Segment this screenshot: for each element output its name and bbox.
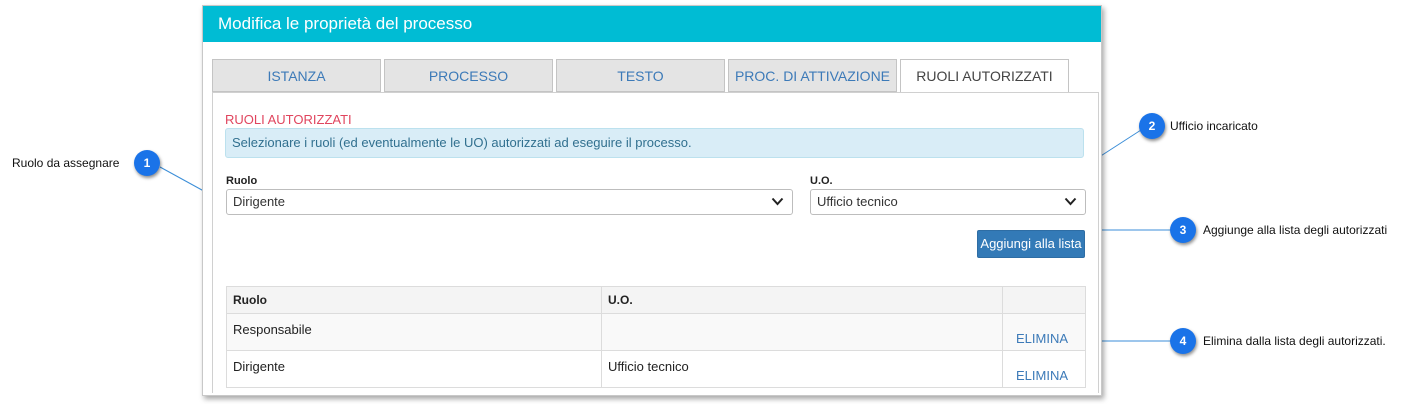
cell-action: ELIMINA — [1002, 313, 1086, 351]
tab-processo[interactable]: PROCESSO — [384, 59, 553, 92]
section-title: RUOLI AUTORIZZATI — [225, 112, 352, 127]
table-row: Responsabile ELIMINA — [226, 313, 1086, 351]
annotation-label-1: Ruolo da assegnare — [12, 156, 120, 170]
process-properties-dialog: Modifica le proprietà del processo ISTAN… — [202, 5, 1102, 396]
uo-select[interactable]: Ufficio tecnico — [810, 189, 1086, 215]
tab-istanza[interactable]: ISTANZA — [212, 59, 381, 92]
annotation-label-3: Aggiunge alla lista degli autorizzati — [1203, 223, 1388, 237]
cell-uo: Ufficio tecnico — [601, 350, 1003, 388]
column-header-uo: U.O. — [601, 286, 1003, 314]
ruolo-label: Ruolo — [226, 175, 258, 187]
table-row: Dirigente Ufficio tecnico ELIMINA — [226, 350, 1086, 388]
authorized-roles-table: Ruolo U.O. Responsabile ELIMINA Dirigent… — [226, 286, 1086, 388]
ruoli-autorizzati-panel: RUOLI AUTORIZZATI Selezionare i ruoli (e… — [212, 92, 1099, 393]
annotation-label-2: Ufficio incaricato — [1170, 119, 1258, 133]
tab-ruoli-autorizzati[interactable]: RUOLI AUTORIZZATI — [900, 59, 1069, 93]
annotation-badge-2: 2 — [1139, 113, 1165, 139]
chevron-down-icon — [1064, 197, 1077, 206]
cell-ruolo: Responsabile — [226, 313, 602, 351]
tab-proc-di-attivazione[interactable]: PROC. DI ATTIVAZIONE — [728, 59, 897, 92]
column-header-actions — [1002, 286, 1086, 314]
cell-uo — [601, 313, 1003, 351]
uo-label: U.O. — [810, 175, 833, 187]
dialog-title: Modifica le proprietà del processo — [203, 6, 1101, 42]
column-header-ruolo: Ruolo — [226, 286, 602, 314]
delete-link[interactable]: ELIMINA — [1016, 368, 1068, 383]
uo-select-value: Ufficio tecnico — [817, 194, 898, 209]
cell-action: ELIMINA — [1002, 350, 1086, 388]
annotation-badge-1: 1 — [134, 150, 160, 176]
add-to-list-button[interactable]: Aggiungi alla lista — [977, 230, 1085, 258]
annotation-badge-3: 3 — [1170, 217, 1196, 243]
cell-ruolo: Dirigente — [226, 350, 602, 388]
annotation-badge-4: 4 — [1170, 328, 1196, 354]
chevron-down-icon — [771, 197, 784, 206]
annotation-label-4: Elimina dalla lista degli autorizzati. — [1203, 334, 1386, 348]
tab-testo[interactable]: TESTO — [556, 59, 725, 92]
ruolo-select-value: Dirigente — [233, 194, 286, 209]
ruolo-select[interactable]: Dirigente — [226, 189, 793, 215]
info-alert: Selezionare i ruoli (ed eventualmente le… — [225, 128, 1084, 158]
delete-link[interactable]: ELIMINA — [1016, 331, 1068, 346]
